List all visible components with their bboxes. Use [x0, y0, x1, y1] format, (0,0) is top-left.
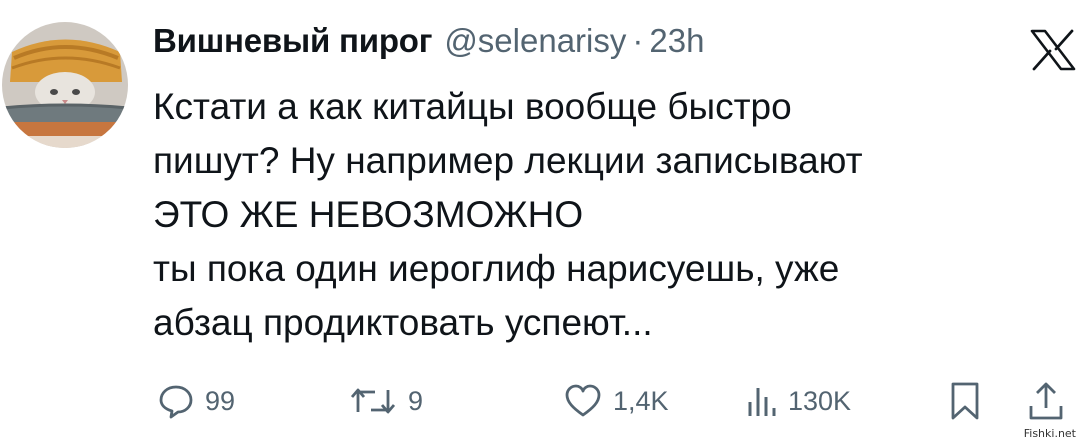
- heart-icon: [565, 384, 601, 417]
- reply-button[interactable]: 99: [157, 376, 235, 426]
- reply-count: 99: [205, 385, 236, 416]
- like-count: 1,4K: [613, 385, 669, 416]
- separator-dot: ·: [632, 22, 644, 59]
- watermark: Fishki.net: [1023, 427, 1076, 440]
- share-icon: [1029, 382, 1063, 420]
- user-handle[interactable]: @selenarisy: [444, 22, 626, 60]
- repost-icon: [350, 388, 396, 414]
- views-count: 130K: [788, 385, 852, 416]
- post-text: Кстати а как китайцы вообще быстро пишут…: [153, 80, 1053, 350]
- repost-button[interactable]: 9: [348, 376, 423, 426]
- post-header: Вишневый пирог @selenarisy · 23h: [153, 22, 704, 68]
- action-bar: 99 9 1,4K 130K: [0, 376, 1080, 426]
- x-logo-icon: [1030, 29, 1076, 71]
- repost-count: 9: [408, 385, 424, 416]
- timestamp[interactable]: 23h: [649, 22, 704, 60]
- bookmark-button[interactable]: [948, 376, 982, 426]
- like-button[interactable]: 1,4K: [563, 376, 669, 426]
- post-text-line: ЭТО ЖЕ НЕВОЗМОЖНО: [153, 194, 584, 235]
- display-name[interactable]: Вишневый пирог: [153, 22, 433, 60]
- post-text-line: ты пока один иероглиф нарисуешь, уже: [153, 248, 840, 289]
- avatar-cat-in-sweaters-image: [2, 22, 128, 148]
- post-text-line: Кстати а как китайцы вообще быстро: [153, 86, 792, 127]
- bookmark-icon: [951, 382, 979, 420]
- post-text-line: пишут? Ну например лекции записывают: [153, 140, 863, 181]
- post-text-line: абзац продиктовать успеют...: [153, 302, 653, 343]
- avatar[interactable]: [2, 22, 128, 148]
- views-chart-icon: [748, 388, 776, 416]
- share-button[interactable]: [1026, 376, 1066, 426]
- views-button[interactable]: 130K: [744, 376, 851, 426]
- reply-icon: [159, 385, 193, 419]
